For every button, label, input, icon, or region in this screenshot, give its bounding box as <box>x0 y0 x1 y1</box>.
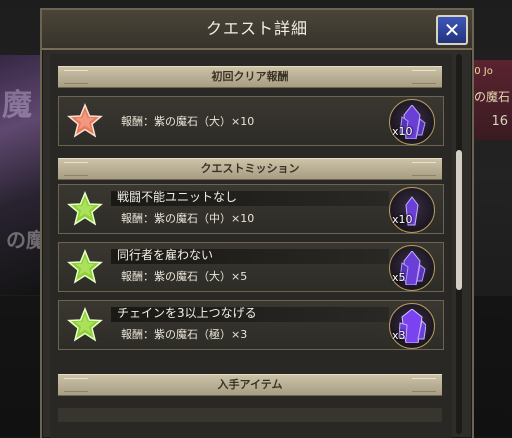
dialog-content[interactable]: 初回クリア報酬 報酬：紫の魔石（大）×10 x10 クエストミッション 戦闘不能… <box>50 54 452 438</box>
background-right-number: 16 <box>491 114 508 129</box>
star-icon <box>67 103 103 138</box>
star-icon <box>67 191 103 226</box>
first-clear-header: 初回クリア報酬 <box>58 66 442 88</box>
purple-magic-stone-item[interactable] <box>389 245 435 291</box>
purple-magic-stone-item[interactable] <box>389 303 435 349</box>
items-list-partial <box>58 408 442 422</box>
purple-magic-stone-item[interactable] <box>389 187 435 233</box>
mission-title: 同行者を雇わない <box>117 248 214 262</box>
missions-header-label: クエストミッション <box>200 162 300 175</box>
first-clear-header-label: 初回クリア報酬 <box>211 70 289 83</box>
mission-reward-text: 報酬：紫の魔石（大）×5 <box>121 270 248 283</box>
mission-reward-qty: x5 <box>392 271 406 284</box>
mission-reward-qty: x10 <box>392 213 413 226</box>
purple-magic-stone-item[interactable] <box>389 99 435 145</box>
scrollbar-thumb[interactable] <box>456 150 462 290</box>
first-clear-reward-text: 報酬：紫の魔石（大）×10 <box>121 115 255 128</box>
ornament-right-icon <box>412 70 436 84</box>
dialog-titlebar: クエスト詳細 ✕ <box>42 10 472 50</box>
quest-detail-dialog: クエスト詳細 ✕ 初回クリア報酬 報酬：紫の魔石（大）×10 x10 クエストミ… <box>40 8 474 438</box>
mission-title: 戦闘不能ユニットなし <box>117 190 238 204</box>
mission-row: 戦闘不能ユニットなし 報酬：紫の魔石（中）×10 x10 <box>58 184 444 234</box>
items-header: 入手アイテム <box>58 374 442 396</box>
items-header-label: 入手アイテム <box>217 378 283 391</box>
mission-reward-text: 報酬：紫の魔石（極）×3 <box>121 328 248 341</box>
close-button[interactable]: ✕ <box>436 15 468 45</box>
mission-reward-text: 報酬：紫の魔石（中）×10 <box>121 212 255 225</box>
mission-row: チェインを3以上つなげる 報酬：紫の魔石（極）×3 x3 <box>58 300 444 350</box>
mission-row: 同行者を雇わない 報酬：紫の魔石（大）×5 x5 <box>58 242 444 292</box>
ornament-right-icon <box>412 162 436 176</box>
mission-reward-qty: x3 <box>392 329 406 342</box>
first-clear-reward-row: 報酬：紫の魔石（大）×10 x10 <box>58 96 444 146</box>
first-clear-reward-qty: x10 <box>392 125 413 138</box>
background-right-text: の魔石 <box>473 90 510 104</box>
mission-title: チェインを3以上つなげる <box>117 306 257 320</box>
dialog-title: クエスト詳細 <box>205 19 308 38</box>
background-banner-left-text: 魔 <box>2 88 32 123</box>
close-x-icon: ✕ <box>443 18 461 42</box>
star-icon <box>67 249 103 284</box>
ornament-right-icon <box>412 378 436 392</box>
missions-header: クエストミッション <box>58 158 442 180</box>
star-icon <box>67 307 103 342</box>
